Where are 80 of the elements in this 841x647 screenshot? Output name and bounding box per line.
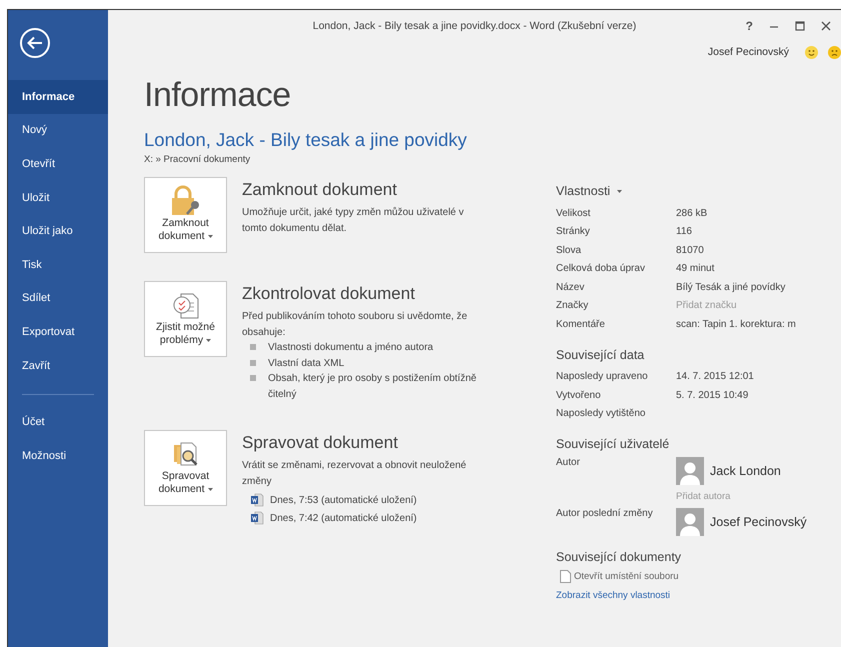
property-label: Velikost <box>556 208 592 219</box>
nav-item[interactable]: Exportovat <box>8 315 108 349</box>
caret-icon <box>617 190 622 192</box>
bullet-text: Vlastní data XML <box>268 356 346 370</box>
property-label: Naposledy upraveno <box>556 371 649 382</box>
version-link[interactable]: Dnes, 7:42 (automatické uložení) <box>270 512 417 524</box>
section-title: Zkontrolovat dokument <box>242 284 416 304</box>
smiley-icon[interactable] <box>805 46 818 58</box>
property-label: Autor poslední změny <box>556 508 654 521</box>
property-value: 81070 <box>676 244 704 256</box>
property-value: Bílý Tesák a jiné povídky <box>676 282 786 293</box>
group-title: Související uživatelé <box>556 437 670 451</box>
bullet-text: Vlastnosti dokumentu a jméno autora <box>268 341 434 355</box>
nav-item[interactable]: Nový <box>8 114 108 148</box>
section-description: Umožňuje určit, jaké typy změn můžou uživatelé v tomto dokumentu dělat. <box>242 206 465 236</box>
group-title[interactable]: Vlastnosti <box>556 184 610 198</box>
maximize-icon <box>795 21 805 31</box>
nav-item[interactable]: Tisk <box>8 248 108 282</box>
avatar-icon <box>676 508 704 536</box>
property-value: scan: Tapin 1. korektura: m <box>676 318 796 330</box>
person-name: Jack London <box>710 464 781 478</box>
help-button[interactable]: ? <box>746 19 753 33</box>
maximize-button[interactable] <box>795 21 805 31</box>
document-check-icon <box>170 290 200 321</box>
back-arrow-icon <box>27 36 43 50</box>
group-title: Související data <box>556 348 644 362</box>
document-path: X: » Pracovní dokumenty <box>144 154 252 165</box>
property-value: 286 kB <box>676 208 708 219</box>
nav-item[interactable]: Otevřít <box>8 147 108 181</box>
person-name: Josef Pecinovský <box>710 515 807 529</box>
bullet-text: Obsah, který je pro osoby s postižením obtížně čitelný <box>268 372 478 402</box>
property-label: Komentáře <box>556 318 606 330</box>
nav-item[interactable]: Možnosti <box>8 438 108 473</box>
property-label: Název <box>556 282 586 293</box>
avatar-icon <box>676 457 704 485</box>
property-label: Stránky <box>556 226 591 238</box>
property-label: Slova <box>556 244 582 256</box>
group-title: Související dokumenty <box>556 550 682 564</box>
property-value: 5. 7. 2015 10:49 <box>676 390 748 401</box>
dropdown-button[interactable]: Spravovat dokument <box>144 430 227 506</box>
caret-icon <box>208 235 213 238</box>
caret-icon <box>206 339 212 342</box>
dropdown-button[interactable]: Zjistit možné problémy <box>144 281 227 357</box>
section-description: Před publikováním tohoto souboru si uvědomte, že obsahuje: <box>242 310 468 340</box>
version-link[interactable]: Dnes, 7:53 (automatické uložení) <box>270 494 417 506</box>
open-location-button[interactable]: Otevřít umístění souboru <box>560 570 679 583</box>
property-value: 116 <box>676 226 692 238</box>
show-all-properties-link[interactable]: Zobrazit všechny vlastnosti <box>556 590 670 601</box>
nav-item[interactable]: Sdílet <box>8 282 108 316</box>
file-icon <box>560 570 571 583</box>
property-label: Značky <box>556 300 590 312</box>
sad-face-icon[interactable] <box>828 46 841 58</box>
window-title: London, Jack - Bily tesak a jine povidky.docx - Word (Zkušební verze) <box>312 20 636 32</box>
property-label: Autor <box>556 457 581 470</box>
word-document-icon <box>250 493 264 507</box>
nav-item[interactable]: Účet <box>8 405 108 439</box>
user-name[interactable]: Josef Pecinovský <box>708 46 789 58</box>
document-title: London, Jack - Bily tesak a jine povidky <box>144 129 468 151</box>
page-heading: Informace <box>144 76 292 115</box>
nav-item[interactable]: Zavřít <box>8 348 108 382</box>
nav-item[interactable]: Uložit jako <box>8 214 108 248</box>
bullet-icon <box>250 344 256 350</box>
word-document-icon <box>250 511 264 525</box>
section-title: Zamknout dokument <box>242 180 398 200</box>
section-description: Vrátit se změnami, rezervovat a obnovit neuložené změny <box>242 459 468 488</box>
section-title: Spravovat dokument <box>242 433 399 453</box>
close-button[interactable] <box>821 21 831 31</box>
close-icon <box>821 21 831 31</box>
dropdown-button[interactable]: Zamknout dokument <box>144 177 227 253</box>
property-label: Naposledy vytištěno <box>556 408 646 420</box>
property-value: 14. 7. 2015 12:01 <box>676 371 754 382</box>
nav-item[interactable]: Uložit <box>8 180 108 214</box>
bullet-icon <box>250 375 256 381</box>
property-value: 49 minut <box>676 263 714 274</box>
bullet-icon <box>250 360 256 366</box>
caret-icon <box>208 488 213 492</box>
nav-item[interactable]: Informace <box>8 80 108 114</box>
back-button[interactable] <box>20 28 50 58</box>
property-label: Vytvořeno <box>556 390 602 401</box>
property-label: Celková doba úprav <box>556 263 646 274</box>
